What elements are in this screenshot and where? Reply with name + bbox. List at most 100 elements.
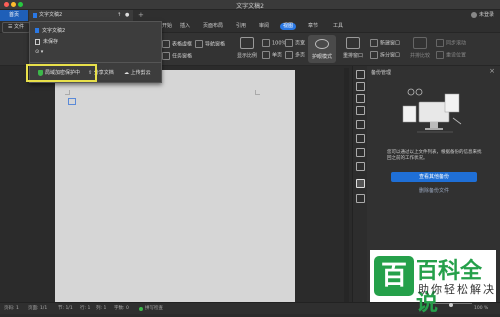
highlight-box bbox=[26, 64, 97, 82]
magnifier-icon bbox=[240, 37, 254, 49]
dropdown-filename-label: 文字文稿2 bbox=[42, 28, 66, 34]
title-bar: 文字文稿2 bbox=[0, 0, 500, 10]
new-window-button[interactable]: 新建窗口 bbox=[370, 39, 400, 47]
view-backups-button[interactable]: 查看其他备份 bbox=[391, 172, 477, 182]
reset-window-button[interactable]: 重排窗口 bbox=[341, 36, 365, 62]
single-page-label: 单页 bbox=[272, 52, 283, 59]
avatar-icon bbox=[470, 11, 477, 18]
watermark: 百 百科全说 助你轻松解决 bbox=[370, 250, 496, 316]
reset-position-button[interactable]: 重设位置 bbox=[436, 51, 466, 59]
split-window-label: 拆分窗口 bbox=[380, 52, 401, 59]
multi-page-button[interactable]: 多页 bbox=[285, 51, 305, 59]
reset-position-label: 重设位置 bbox=[446, 52, 467, 59]
document-icon bbox=[35, 28, 39, 33]
arrow-icon[interactable] bbox=[356, 70, 365, 79]
tab-bar: 首页 文字文稿2 ↑ ● + 未登录 bbox=[0, 10, 500, 21]
file-menu-button[interactable]: ☰ 文件 bbox=[2, 22, 30, 33]
page-width-label: 页宽 bbox=[295, 40, 306, 47]
reset-window-label: 重排窗口 bbox=[342, 53, 363, 59]
margin-mark-top-right bbox=[255, 90, 260, 95]
backup-illustration-icon bbox=[402, 88, 462, 133]
paragraph-cursor-icon bbox=[68, 98, 76, 105]
zoom-100-button[interactable]: 100% bbox=[262, 39, 286, 47]
menu-item-start[interactable]: 开始 bbox=[162, 21, 172, 32]
task-pane-checkbox[interactable]: 任务窗格 bbox=[162, 52, 192, 60]
status-pages: 页码: 1 bbox=[4, 306, 19, 311]
dropdown-item-history[interactable]: ⊙ ▾ bbox=[35, 49, 43, 55]
eye-protect-label: 护眼模式 bbox=[311, 54, 332, 60]
windows-icon bbox=[346, 37, 360, 49]
cloud-icon: ☁ bbox=[124, 70, 131, 76]
zoom-ratio-button[interactable]: 显示比例 bbox=[236, 36, 258, 62]
watermark-logo: 百 bbox=[374, 256, 414, 296]
status-row: 行: 1 bbox=[80, 306, 91, 311]
new-tab-button[interactable]: + bbox=[138, 10, 144, 21]
spell-check-icon bbox=[139, 307, 143, 311]
vertical-scrollbar[interactable] bbox=[344, 68, 349, 302]
unsaved-dot-icon: ● bbox=[125, 12, 130, 18]
dropdown-divider bbox=[30, 62, 161, 63]
dropdown-item-unsaved[interactable]: 未保存 bbox=[35, 38, 58, 45]
watermark-subtitle: 助你轻松解决 bbox=[418, 283, 496, 296]
status-word-count[interactable]: 字数: 0 bbox=[114, 303, 129, 314]
task-pane-label: 任务窗格 bbox=[172, 53, 193, 60]
window-title: 文字文稿2 bbox=[236, 3, 264, 10]
document-page[interactable] bbox=[55, 70, 295, 302]
document-tab-label: 文字文稿2 bbox=[39, 12, 63, 18]
eye-icon bbox=[315, 39, 329, 49]
document-icon bbox=[33, 13, 37, 18]
status-section: 节: 1/1 bbox=[58, 306, 73, 311]
upload-cloud-label: 上传剪云 bbox=[130, 70, 151, 76]
zoom-ratio-label: 显示比例 bbox=[236, 53, 257, 59]
sync-scroll-label: 同步滚动 bbox=[446, 40, 467, 47]
panel-title: 备份管理 bbox=[371, 70, 392, 76]
menu-item-insert[interactable]: 插入 bbox=[180, 21, 190, 32]
nav-pane-checkbox[interactable]: 导航窗格 bbox=[195, 40, 225, 48]
upload-cloud-button[interactable]: ☁ 上传剪云 bbox=[124, 68, 151, 78]
menu-item-page-layout[interactable]: 页面布局 bbox=[203, 21, 223, 32]
spell-check-toggle[interactable]: 拼写检查 bbox=[145, 303, 163, 314]
account-button[interactable]: 未登录 bbox=[470, 10, 494, 21]
backup-icon[interactable] bbox=[356, 179, 365, 188]
upload-icon[interactable]: ↑ bbox=[117, 10, 121, 21]
sync-scroll-button[interactable]: 同步滚动 bbox=[436, 39, 466, 47]
margin-mark-top-left bbox=[65, 90, 70, 95]
delete-backup-link[interactable]: 删除备份文件 bbox=[391, 187, 477, 196]
dropdown-unsaved-label: 未保存 bbox=[43, 39, 59, 45]
shape-icon[interactable] bbox=[356, 94, 365, 103]
eye-protect-button[interactable]: 护眼模式 bbox=[308, 35, 336, 63]
stamp-icon[interactable] bbox=[356, 106, 365, 115]
table-gridlines-checkbox[interactable]: 表格虚框 bbox=[162, 40, 192, 48]
panel-description: 您可以通过以上文件列表，根据备份的信息来找回之前的工作状况。 bbox=[387, 150, 482, 161]
single-page-button[interactable]: 单页 bbox=[262, 51, 282, 59]
translate-icon[interactable] bbox=[356, 162, 365, 171]
home-tab[interactable]: 首页 bbox=[0, 10, 28, 21]
account-label: 未登录 bbox=[478, 12, 494, 18]
location-icon[interactable] bbox=[356, 120, 365, 129]
multi-page-label: 多页 bbox=[295, 52, 306, 59]
new-window-label: 新建窗口 bbox=[380, 40, 401, 47]
pen-icon[interactable] bbox=[356, 82, 365, 91]
side-toolbar bbox=[352, 66, 368, 302]
menu-item-references[interactable]: 引用 bbox=[236, 21, 246, 32]
document-tab[interactable]: 文字文稿2 ↑ ● bbox=[29, 10, 133, 21]
table-gridlines-label: 表格虚框 bbox=[172, 41, 193, 48]
status-col: 列: 1 bbox=[96, 306, 107, 311]
save-icon bbox=[35, 38, 40, 45]
menu-item-view[interactable]: 视图 bbox=[280, 23, 297, 30]
print-icon[interactable] bbox=[356, 134, 365, 143]
side-by-side-label: 并排比较 bbox=[409, 53, 430, 59]
dropdown-item-filename[interactable]: 文字文稿2 bbox=[35, 27, 65, 34]
close-panel-icon[interactable]: × bbox=[489, 67, 495, 75]
right-margin-area bbox=[295, 66, 350, 302]
menu-item-section[interactable]: 章节 bbox=[308, 21, 318, 32]
left-margin-area bbox=[0, 66, 55, 302]
book-icon[interactable] bbox=[356, 194, 365, 203]
side-by-side-button[interactable]: 并排比较 bbox=[408, 36, 432, 62]
page-width-button[interactable]: 页宽 bbox=[285, 39, 305, 47]
menu-item-tools[interactable]: 工具 bbox=[333, 21, 343, 32]
compare-icon bbox=[413, 37, 427, 49]
lock-icon[interactable] bbox=[356, 148, 365, 157]
menu-item-review[interactable]: 审阅 bbox=[259, 21, 269, 32]
split-window-button[interactable]: 拆分窗口 bbox=[370, 51, 400, 59]
